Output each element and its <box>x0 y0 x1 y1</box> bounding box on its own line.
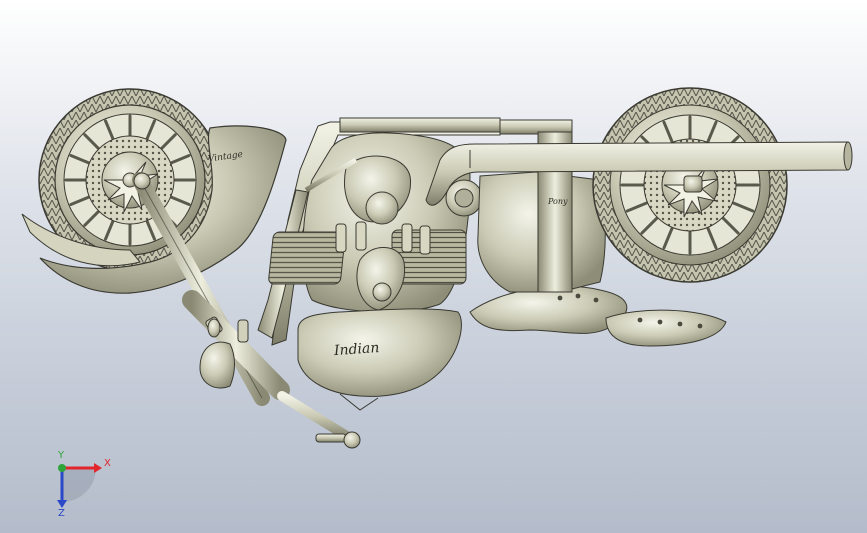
seat-rivet <box>557 295 563 301</box>
z-axis-arrowhead <box>57 500 67 508</box>
foot-peg[interactable] <box>277 391 361 449</box>
rear-wheel[interactable] <box>592 87 788 283</box>
axis-triad: X Y Z <box>44 450 114 520</box>
y-axis-label: Y <box>58 450 65 461</box>
seat-rivet <box>697 323 703 329</box>
motorcycle-model[interactable]: Vintage Indian Pony <box>0 0 867 533</box>
seat-rivet <box>657 319 663 325</box>
seat[interactable] <box>469 285 727 347</box>
graphics-viewport[interactable]: Vintage Indian Pony X Y Z <box>0 0 867 533</box>
gas-tank[interactable]: Indian <box>297 308 462 411</box>
x-axis-arrowhead <box>94 463 102 473</box>
seat-rivet <box>575 293 581 299</box>
seat-rivet <box>637 317 643 323</box>
frame-text: Pony <box>547 197 568 206</box>
seat-rivet <box>593 297 599 303</box>
z-axis-label: Z <box>58 508 65 519</box>
tank-brand-text: Indian <box>332 340 379 359</box>
seat-rivet <box>677 321 683 327</box>
y-axis-point <box>58 464 66 472</box>
x-axis-label: X <box>104 458 111 469</box>
